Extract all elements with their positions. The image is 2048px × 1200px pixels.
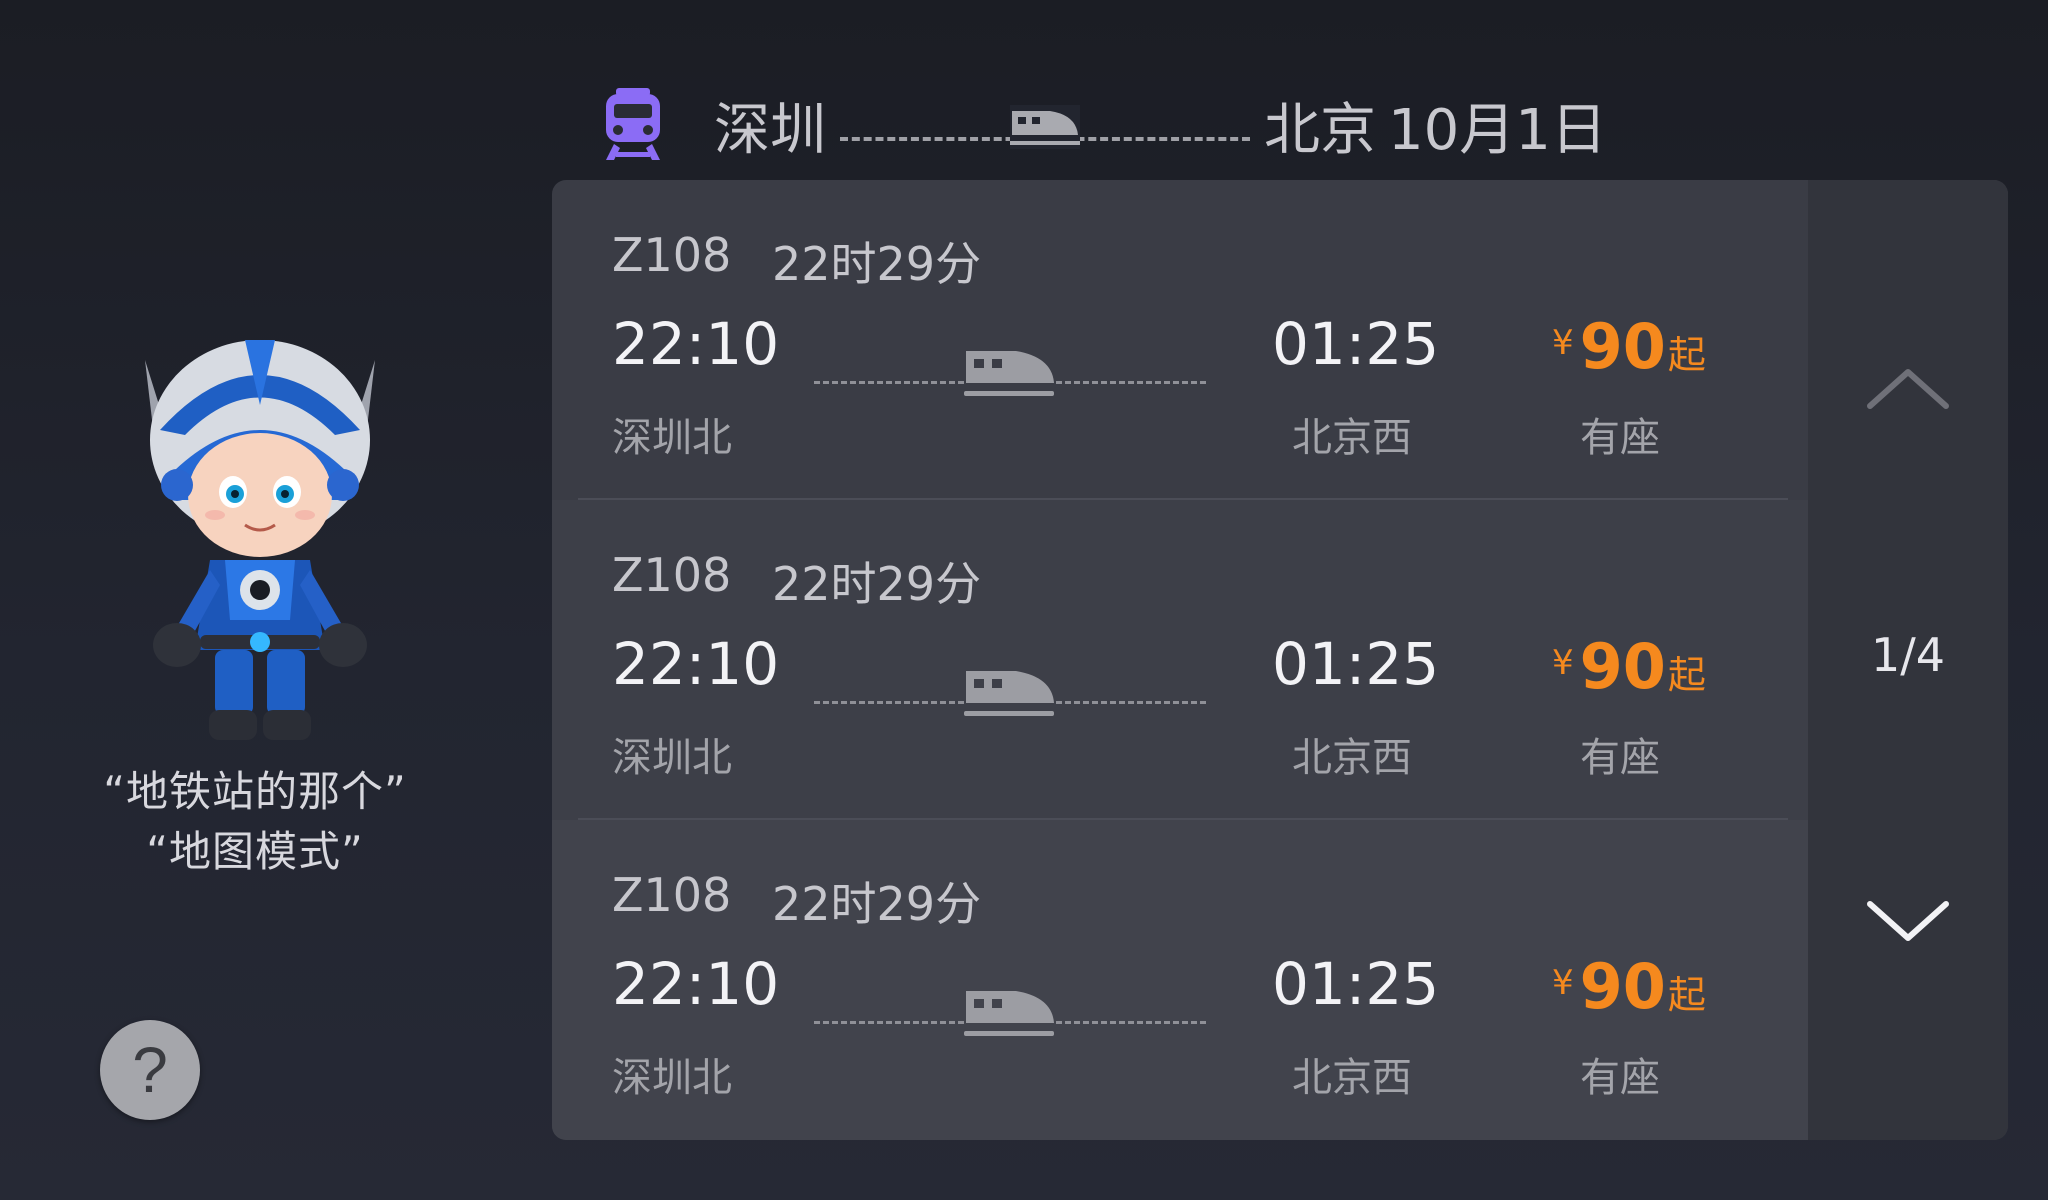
train-row[interactable]: Z108 22时29分 22:10 深圳北 01:25 北京西 ¥90起 有座	[552, 820, 1808, 1140]
voice-hint-2: “地图模式”	[146, 827, 364, 876]
depart-time: 22:10	[612, 630, 780, 698]
price: ¥90起	[1552, 950, 1812, 1023]
train-row[interactable]: Z108 22时29分 22:10 深圳北 01:25 北京西 ¥90起 有座	[552, 500, 1808, 820]
arrive-time: 01:25	[1272, 950, 1440, 1018]
train-results-card: Z108 22时29分 22:10 深圳北 01:25 北京西 ¥90起 有座	[552, 180, 2008, 1140]
mascot-avatar	[115, 320, 405, 750]
page-indicator: 1/4	[1870, 628, 1946, 682]
price-suffix: 起	[1667, 333, 1706, 377]
arrive-time: 01:25	[1272, 630, 1440, 698]
train-side-icon	[964, 351, 1054, 396]
price-amount: 90	[1579, 630, 1666, 703]
train-list: Z108 22时29分 22:10 深圳北 01:25 北京西 ¥90起 有座	[552, 180, 1808, 1140]
price-amount: 90	[1579, 950, 1666, 1023]
price-suffix: 起	[1667, 653, 1706, 697]
price-amount: 90	[1579, 310, 1666, 383]
trip-track	[814, 345, 1206, 425]
train-number: Z108	[612, 548, 732, 602]
from-city: 深圳	[714, 97, 826, 163]
depart-station: 深圳北	[612, 735, 732, 781]
robot-mascot-avatar-icon	[145, 340, 375, 740]
trip-track	[814, 985, 1206, 1065]
help-button[interactable]: ?	[100, 1020, 200, 1120]
currency-symbol: ¥	[1552, 323, 1574, 363]
to-city: 北京	[1264, 97, 1376, 163]
currency-symbol: ¥	[1552, 643, 1574, 683]
trip-duration: 22时29分	[772, 877, 982, 931]
price: ¥90起	[1552, 310, 1812, 383]
depart-time: 22:10	[612, 310, 780, 378]
seat-status: 有座	[1580, 415, 1660, 461]
high-speed-train-icon	[1010, 105, 1080, 149]
arrive-station: 北京西	[1292, 415, 1412, 461]
price-suffix: 起	[1667, 973, 1706, 1017]
chevron-up-icon	[1867, 369, 1949, 409]
pager: 1/4	[1808, 180, 2008, 1140]
assistant-panel: “地铁站的那个” “地图模式”	[60, 300, 450, 880]
voice-hint-1: “地铁站的那个”	[103, 767, 407, 816]
trip-duration: 22时29分	[772, 557, 982, 611]
page-down-button[interactable]	[1858, 880, 1958, 960]
trip-duration: 22时29分	[772, 237, 982, 291]
page-up-button[interactable]	[1858, 350, 1958, 430]
train-number: Z108	[612, 228, 732, 282]
price: ¥90起	[1552, 630, 1812, 703]
travel-date: 10月1日	[1388, 97, 1607, 163]
train-side-icon	[964, 991, 1054, 1036]
arrive-time: 01:25	[1272, 310, 1440, 378]
trip-track	[814, 665, 1206, 745]
depart-time: 22:10	[612, 950, 780, 1018]
depart-station: 深圳北	[612, 415, 732, 461]
train-number: Z108	[612, 868, 732, 922]
route-header: 深圳 北京 10月1日	[600, 80, 1607, 170]
seat-status: 有座	[1580, 735, 1660, 781]
train-row[interactable]: Z108 22时29分 22:10 深圳北 01:25 北京西 ¥90起 有座	[552, 180, 1808, 500]
route-connector	[840, 95, 1250, 155]
arrive-station: 北京西	[1292, 735, 1412, 781]
train-front-icon	[606, 88, 660, 160]
train-side-icon	[964, 671, 1054, 716]
currency-symbol: ¥	[1552, 963, 1574, 1003]
depart-station: 深圳北	[612, 1055, 732, 1101]
seat-status: 有座	[1580, 1055, 1660, 1101]
arrive-station: 北京西	[1292, 1055, 1412, 1101]
chevron-down-icon	[1867, 901, 1949, 941]
